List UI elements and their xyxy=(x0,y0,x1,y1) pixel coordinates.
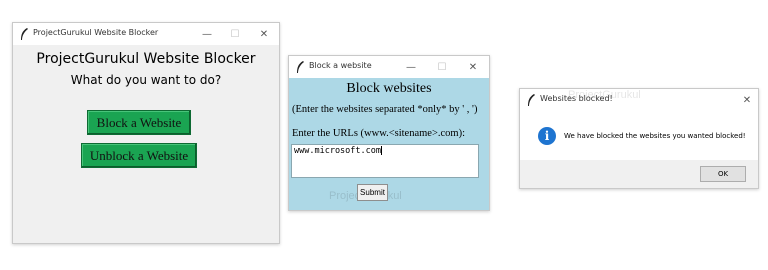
info-icon: i xyxy=(538,127,556,145)
url-input-value: www.microsoft.com xyxy=(294,146,381,156)
main-window: ProjectGurukul Website Blocker — ☐ ✕ Pro… xyxy=(12,22,280,244)
ok-button[interactable]: OK xyxy=(700,166,746,182)
feather-icon xyxy=(528,94,535,106)
title-bar[interactable]: ProjectGurukul Website Blocker — ☐ ✕ xyxy=(13,23,279,45)
prompt-text: What do you want to do? xyxy=(70,73,222,87)
window-title: ProjectGurukul Website Blocker xyxy=(33,28,159,37)
feather-icon xyxy=(297,61,304,73)
submit-button[interactable]: Submit xyxy=(357,184,388,201)
block-website-window: Block a website — ☐ ✕ Block websites (En… xyxy=(288,55,490,211)
window-title: Block a website xyxy=(309,61,372,70)
maximize-button[interactable]: ☐ xyxy=(434,59,450,75)
app-heading: ProjectGurukul Website Blocker xyxy=(36,51,256,67)
close-button[interactable]: ✕ xyxy=(739,92,755,108)
block-heading: Block websites xyxy=(346,81,432,96)
websites-blocked-dialog: Websites blocked! ProjectGurukul ✕ i We … xyxy=(519,88,759,189)
block-website-button[interactable]: Block a Website xyxy=(87,110,191,135)
dialog-footer: OK xyxy=(520,160,758,188)
watermark-text: ProjectGurukul xyxy=(568,89,641,101)
feather-icon xyxy=(21,28,28,40)
close-button[interactable]: ✕ xyxy=(256,26,272,42)
url-label: Enter the URLs (www.<sitename>.com): xyxy=(292,128,465,139)
url-input[interactable]: www.microsoft.com xyxy=(291,144,479,178)
title-bar[interactable]: Block a website — ☐ ✕ xyxy=(289,56,489,78)
unblock-website-button[interactable]: Unblock a Website xyxy=(81,143,197,168)
minimize-button[interactable]: — xyxy=(199,26,215,42)
instructions-text: (Enter the websites separated *only* by … xyxy=(292,104,478,115)
minimize-button[interactable]: — xyxy=(403,59,419,75)
maximize-button[interactable]: ☐ xyxy=(227,26,243,42)
text-caret xyxy=(381,146,382,155)
close-button[interactable]: ✕ xyxy=(465,59,481,75)
dialog-message: We have blocked the websites you wanted … xyxy=(564,132,746,140)
title-bar[interactable]: Websites blocked! ProjectGurukul ✕ xyxy=(520,89,758,111)
